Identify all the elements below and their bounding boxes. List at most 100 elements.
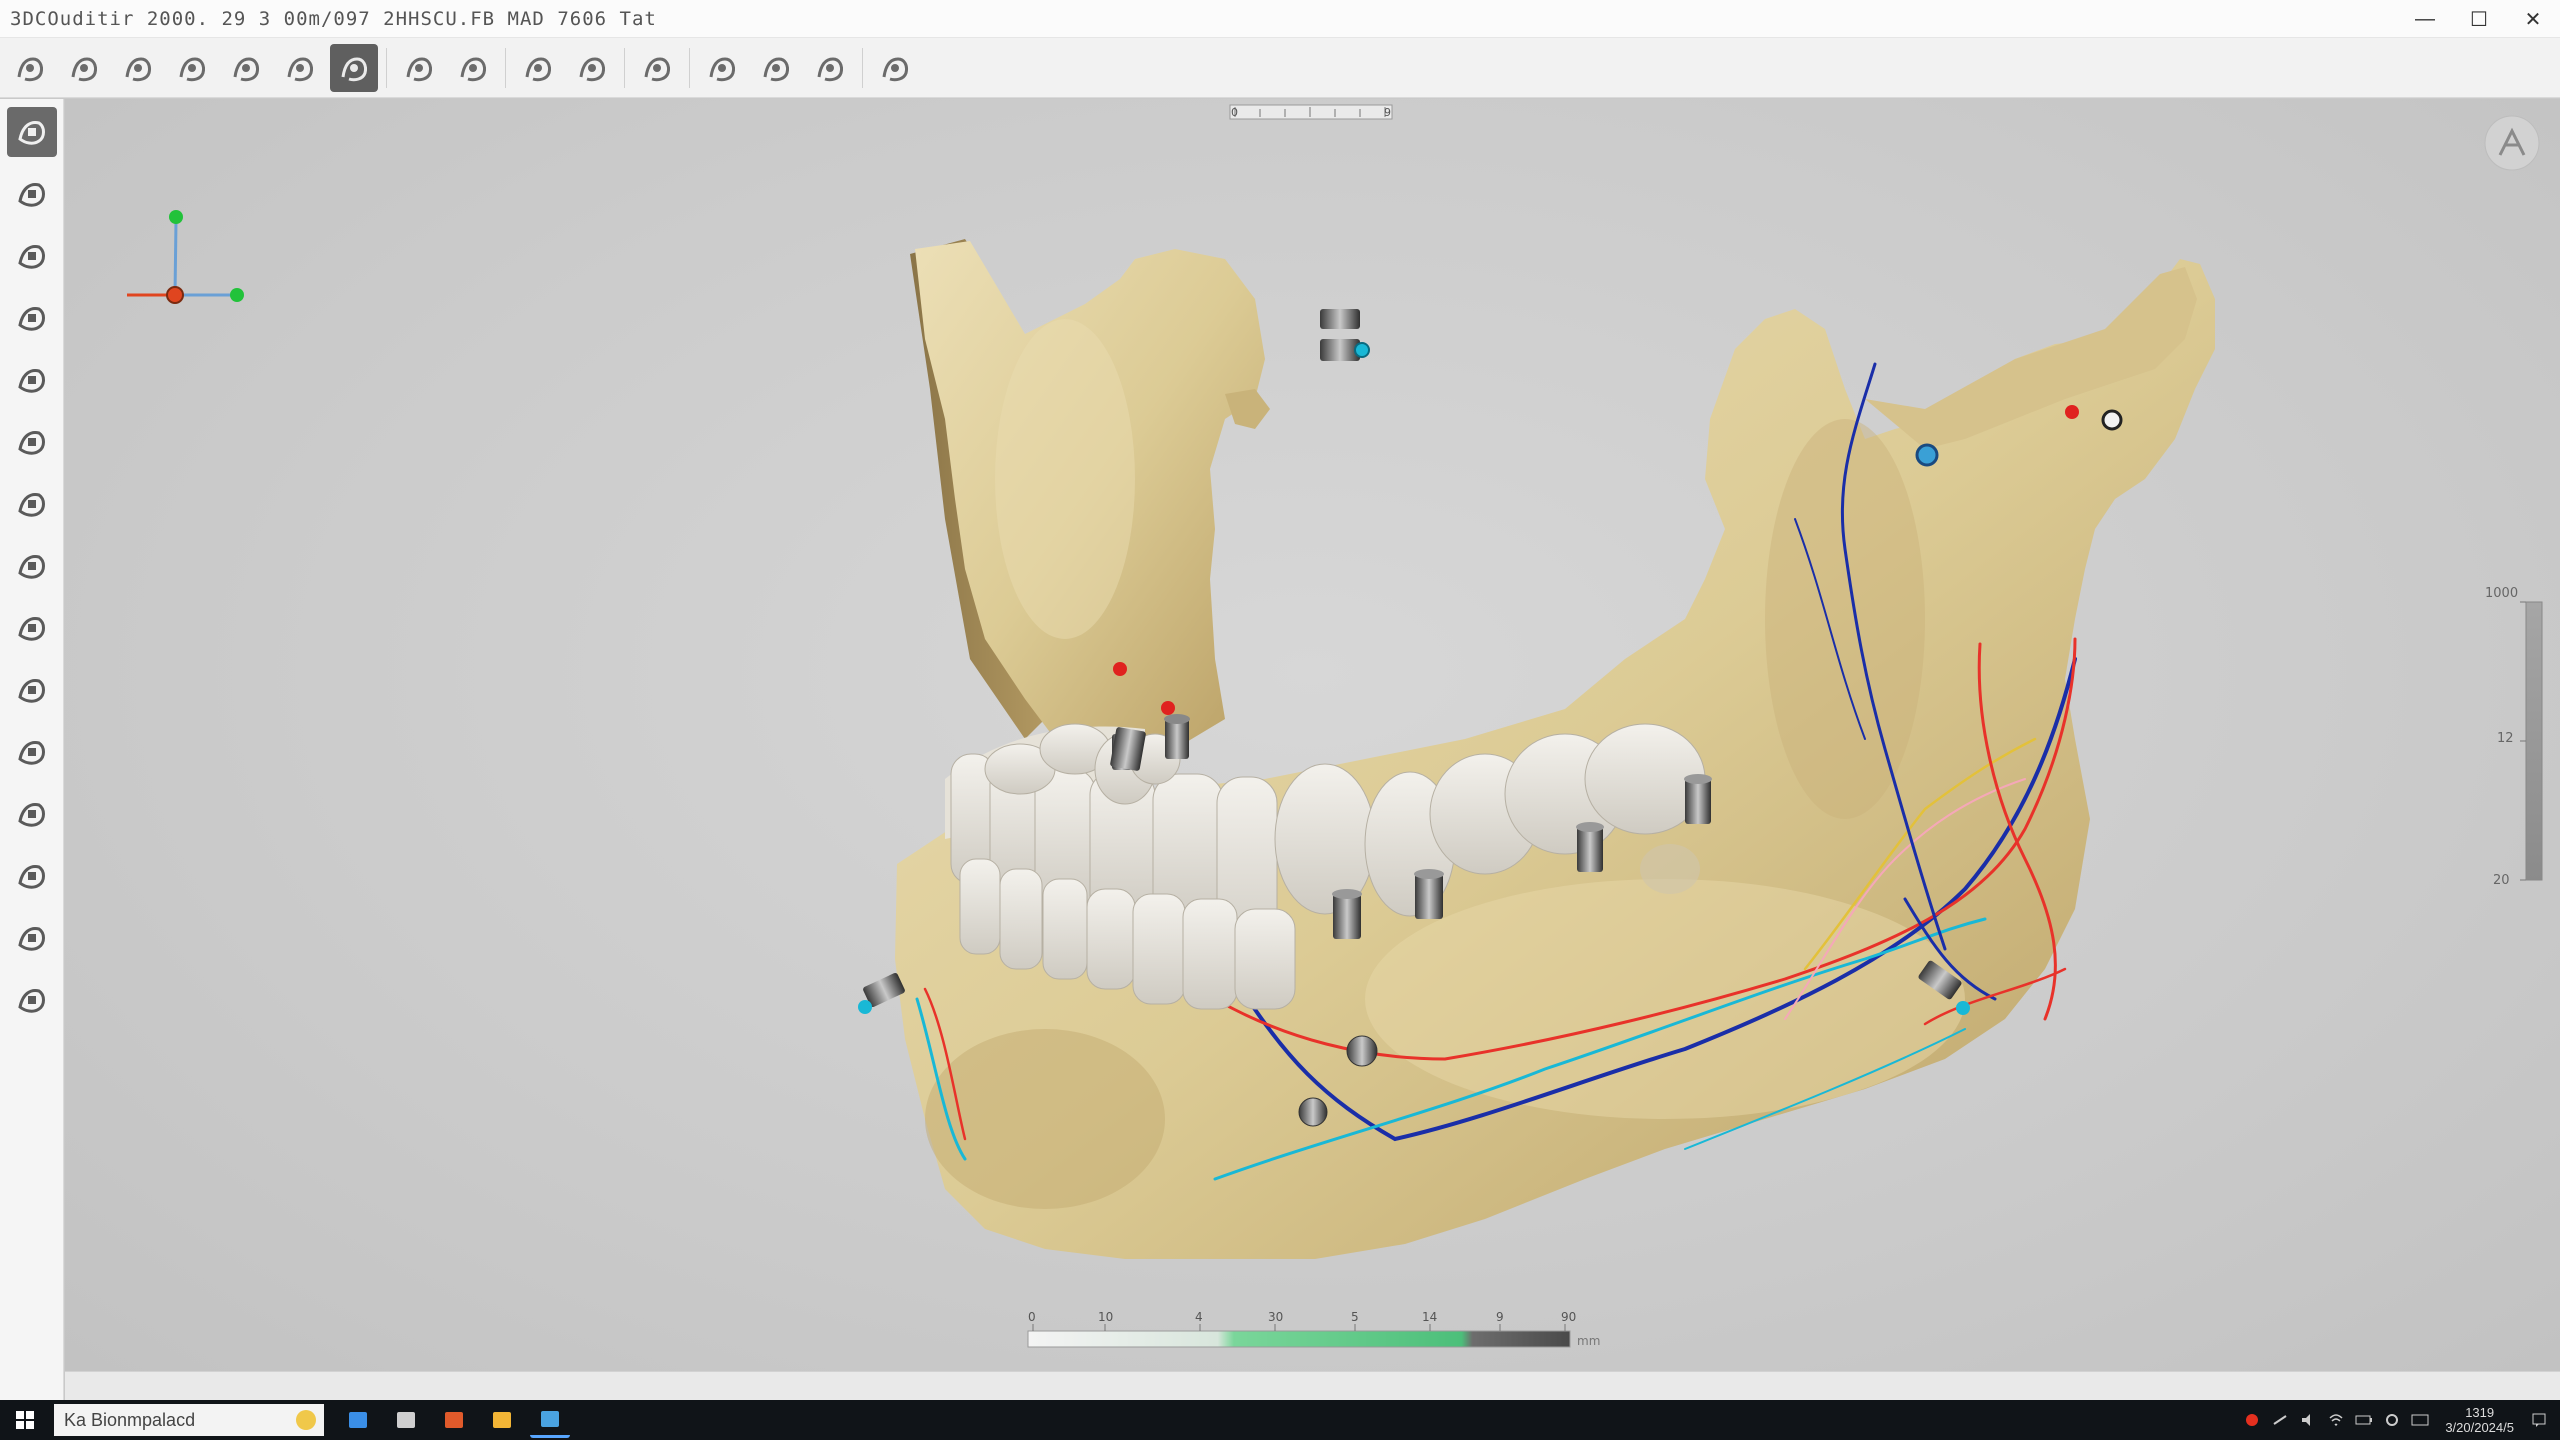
shield-button[interactable] <box>633 44 681 92</box>
export-button[interactable] <box>871 44 919 92</box>
bone-block-icon <box>763 56 789 81</box>
bone-block-button[interactable] <box>752 44 800 92</box>
folder-icon <box>493 1412 511 1428</box>
clock-time: 1319 <box>2465 1405 2495 1420</box>
toolbar-separator <box>505 47 506 88</box>
measure-tool-button[interactable] <box>7 169 57 219</box>
density-bottom-label: 20 <box>2493 873 2510 888</box>
maximize-button[interactable]: ☐ <box>2452 0 2506 38</box>
taskbar: Ka Bionmpalacd 1319 3/20/2024/5 <box>0 1400 2560 1440</box>
folder-app[interactable] <box>482 1402 522 1438</box>
scale-tick-label: 10 <box>1098 1310 1113 1324</box>
edge-icon <box>541 1410 559 1427</box>
edge-app[interactable] <box>530 1402 570 1438</box>
implant <box>1414 869 1444 919</box>
clock[interactable]: 1319 3/20/2024/5 <box>2445 1405 2514 1435</box>
implant <box>1684 774 1712 824</box>
file-explorer-icon <box>349 1412 367 1428</box>
implant-icon <box>287 56 313 81</box>
implant <box>1164 714 1190 759</box>
office-app[interactable] <box>434 1402 474 1438</box>
mandible-tool-button[interactable] <box>7 355 57 405</box>
crown-button[interactable] <box>806 44 854 92</box>
drill-tool-button[interactable] <box>7 851 57 901</box>
scale-tick-label: 90 <box>1561 1310 1576 1324</box>
jaw-icon <box>406 56 432 81</box>
crown-tool-button[interactable] <box>7 541 57 591</box>
paint-tool-icon <box>17 803 45 827</box>
top-ruler: 0 9 <box>1229 104 1393 120</box>
mandible-tool-icon <box>17 369 45 393</box>
jaw-button[interactable] <box>395 44 443 92</box>
taskbar-search[interactable]: Ka Bionmpalacd <box>54 1404 324 1436</box>
notification-icon[interactable] <box>2530 1411 2548 1429</box>
settings-tool-icon <box>17 989 45 1013</box>
implant <box>1332 889 1362 939</box>
keyboard-icon[interactable] <box>2411 1411 2429 1429</box>
windows-icon <box>16 1411 34 1429</box>
implant-button[interactable] <box>276 44 324 92</box>
density-mid-label: 12 <box>2497 731 2514 746</box>
lock-button[interactable] <box>330 43 378 92</box>
crown-tool-icon <box>17 555 45 579</box>
network-icon[interactable] <box>2271 1411 2289 1429</box>
bar-chart-button[interactable] <box>114 44 162 92</box>
nerve-button[interactable] <box>698 44 746 92</box>
record-icon[interactable] <box>2243 1411 2261 1429</box>
music-note-button[interactable] <box>7 293 57 343</box>
settings-icon[interactable] <box>2383 1411 2401 1429</box>
tooth-side-button[interactable] <box>168 44 216 92</box>
lock-icon <box>341 56 367 81</box>
tooth-side-icon <box>179 56 205 81</box>
3d-viewport[interactable]: 0 9 1000 12 20 0 10 4 30 5 14 9 90 mm <box>65 99 2560 1371</box>
sun-icon <box>296 1410 316 1430</box>
arch-icon <box>525 56 551 81</box>
scale-tick-label: 5 <box>1351 1310 1359 1324</box>
hand-tool-button[interactable] <box>7 727 57 777</box>
layers-button[interactable] <box>60 44 108 92</box>
wand-tool-button[interactable] <box>7 417 57 467</box>
drill-button[interactable] <box>568 44 616 92</box>
tooth-tool-icon <box>17 245 45 269</box>
orientation-gizmo[interactable] <box>127 210 244 304</box>
crown-icon <box>817 56 843 81</box>
file-explorer-app[interactable] <box>338 1402 378 1438</box>
tooth-tool-button[interactable] <box>7 231 57 281</box>
rotate-tool-icon <box>17 679 45 703</box>
layers-icon <box>71 56 97 81</box>
toolbar-separator <box>689 47 690 88</box>
start-button[interactable] <box>0 1400 50 1440</box>
paint-tool-button[interactable] <box>7 789 57 839</box>
wifi-icon[interactable] <box>2327 1411 2345 1429</box>
curve-button[interactable] <box>449 44 497 92</box>
scale-tick-label: 30 <box>1268 1310 1283 1324</box>
drill-tool-icon <box>17 865 45 889</box>
task-view-app[interactable] <box>386 1402 426 1438</box>
grid-button[interactable] <box>6 44 54 92</box>
ruler-end-label: 9 <box>1384 106 1391 119</box>
pin-tool-button[interactable] <box>7 913 57 963</box>
note-tool-button[interactable] <box>7 603 57 653</box>
battery-icon[interactable] <box>2355 1411 2373 1429</box>
implant <box>1320 309 1360 329</box>
window-title: 3DCOuditir 2000. 29 3 00m/097 2HHSCU.FB … <box>10 7 657 30</box>
hand-tool-icon <box>17 741 45 765</box>
mandible-3d-model[interactable]: 0 9 1000 12 20 0 10 4 30 5 14 9 90 mm <box>65 99 2560 1371</box>
wand-tool-icon <box>17 431 45 455</box>
settings-tool-button[interactable] <box>7 975 57 1025</box>
drill-icon <box>579 56 605 81</box>
scalpel-button[interactable] <box>222 44 270 92</box>
close-button[interactable]: ✕ <box>2506 0 2560 38</box>
rotate-tool-button[interactable] <box>7 665 57 715</box>
taskbar-apps <box>338 1402 570 1438</box>
select-tool-button[interactable] <box>6 107 57 157</box>
scale-tick-label: 0 <box>1028 1310 1036 1324</box>
export-icon <box>882 56 908 81</box>
eraser-tool-button[interactable] <box>7 479 57 529</box>
arch-button[interactable] <box>514 44 562 92</box>
minimize-button[interactable]: — <box>2398 0 2452 38</box>
compass-icon[interactable] <box>2484 115 2540 171</box>
eraser-tool-icon <box>17 493 45 517</box>
volume-icon[interactable] <box>2299 1411 2317 1429</box>
search-text: Ka Bionmpalacd <box>64 1409 196 1430</box>
